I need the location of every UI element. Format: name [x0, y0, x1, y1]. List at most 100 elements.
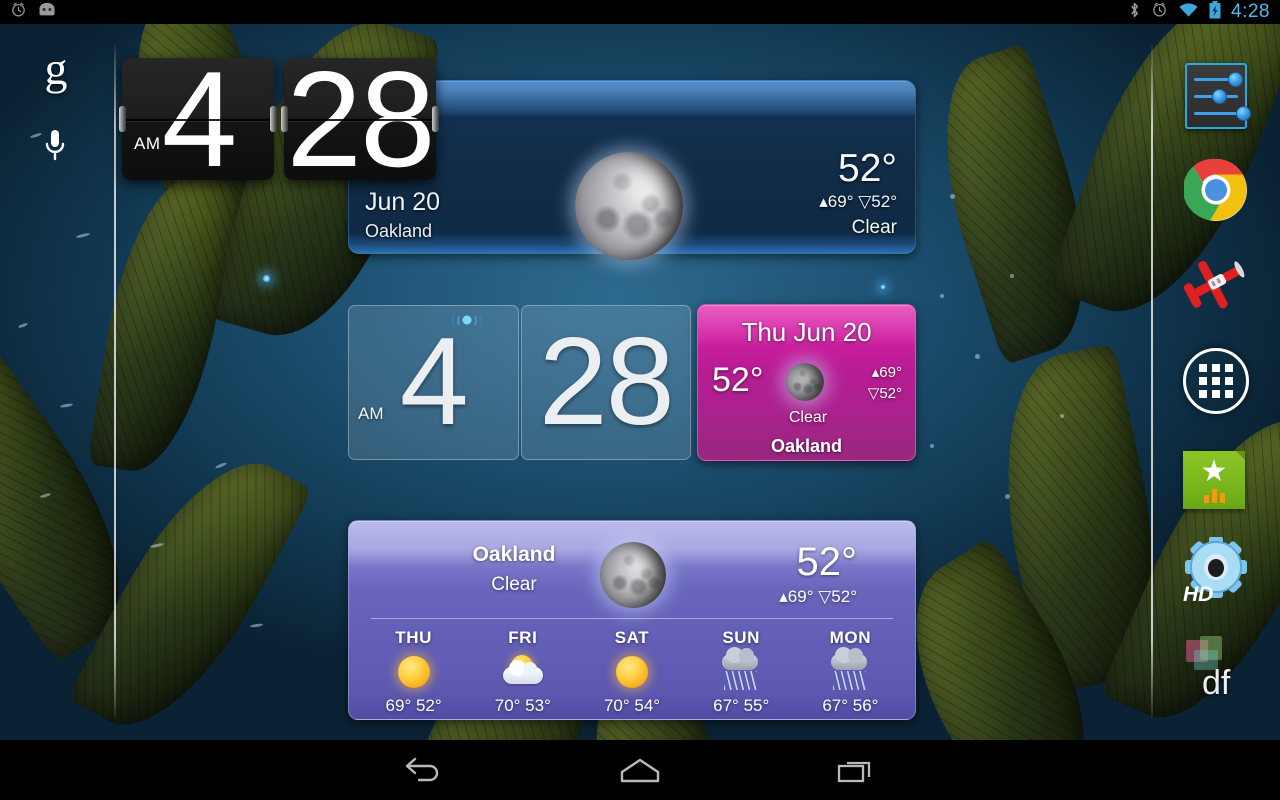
partly-cloudy-icon: [500, 655, 546, 689]
forecast-day-icon-wrap: [577, 650, 686, 694]
wallpaper-glow-dot: [262, 274, 271, 283]
forecast-condition: Clear: [491, 574, 537, 595]
forecast-day-column[interactable]: SAT 70° 54°: [577, 624, 686, 716]
moon-waning-gibbous-icon: [786, 363, 824, 401]
forecast-day-icon-wrap: [468, 650, 577, 694]
status-bar-left: [0, 1, 57, 23]
forecast-day-temps: 67° 55°: [713, 696, 770, 715]
forecast-day-icon-wrap: [359, 650, 468, 694]
forecast-hilo: ▴69° ▽52°: [779, 587, 857, 606]
wallpaper-speck: [214, 461, 228, 470]
app-drawer-dots: [1199, 364, 1233, 398]
wallpaper-speck: [1005, 494, 1010, 499]
wallpaper-speck: [950, 194, 955, 199]
bluetooth-icon: [1128, 1, 1141, 24]
df-label: df: [1202, 664, 1231, 702]
airplane-icon[interactable]: [1181, 252, 1251, 314]
moon-waning-gibbous-icon: [600, 542, 666, 608]
status-bar-right: 4:28: [1128, 0, 1280, 24]
wallpaper-speck: [29, 132, 43, 139]
wallpaper-speck: [975, 354, 980, 359]
wifi-icon: [1178, 2, 1199, 23]
rain-icon: [719, 647, 763, 692]
pink-weather-low: ▽52°: [867, 385, 902, 402]
flip-clock-seam: [284, 119, 436, 121]
forecast-day-temps: 69° 52°: [385, 696, 442, 715]
wallpaper-speck: [1060, 414, 1064, 418]
sunny-icon: [397, 656, 430, 688]
flip-clock-hour-card[interactable]: 4 AM: [119, 51, 277, 187]
forecast-day-name: SUN: [722, 628, 761, 647]
settings-hd-icon[interactable]: HD: [1180, 536, 1252, 606]
google-search-icon[interactable]: g: [41, 46, 71, 92]
alarm-clock-icon: [1151, 1, 1168, 23]
forecast-day-list: THU 69° 52° FRI 70° 53° SAT 70° 54° SUN 67° 55°…: [359, 624, 905, 716]
wallpaper-speck: [930, 444, 934, 448]
glass-clock-minute: 28: [538, 313, 675, 451]
status-bar[interactable]: 4:28: [0, 0, 1280, 24]
settings-sliders-icon[interactable]: [1185, 63, 1251, 129]
alarm-clock-icon: [10, 1, 27, 23]
wallpaper-speck: [17, 322, 29, 329]
rain-icon: [828, 647, 872, 692]
glass-clock-ampm: AM: [358, 404, 384, 423]
forecast-day-name: SAT: [614, 628, 650, 647]
star-stats-bars: [1183, 487, 1245, 503]
glass-clock-hour-pane[interactable]: 4 AM: [348, 305, 519, 460]
forecast-day-name: FRI: [508, 628, 538, 647]
forecast-day-name: THU: [395, 628, 432, 647]
wallpaper-leaf: [87, 167, 238, 481]
forecast-divider: [371, 618, 893, 619]
flip-clock-minute-card[interactable]: 28: [281, 51, 439, 187]
page-divider-left: [114, 45, 116, 718]
battery-charging-icon: [1209, 0, 1221, 24]
forecast-day-temps: 67° 56°: [822, 696, 879, 715]
wallpaper-speck: [249, 623, 264, 628]
wallpaper-speck: [75, 232, 91, 239]
glass-clock-minute-pane[interactable]: 28: [520, 305, 691, 460]
android-head-icon: [37, 2, 57, 22]
flip-clock-seam: [122, 119, 274, 121]
pink-weather-condition: Clear: [788, 409, 828, 426]
forecast-day-column[interactable]: THU 69° 52°: [359, 624, 468, 716]
recent-apps-icon[interactable]: [814, 748, 898, 792]
sunny-icon: [616, 656, 648, 688]
clock-weather-city: Oakland: [365, 221, 433, 241]
home-icon[interactable]: [598, 748, 682, 792]
forecast-day-temps: 70° 54°: [603, 696, 661, 715]
clock-weather-hilo: ▴69° ▽52°: [819, 192, 897, 211]
clock-weather-condition: Clear: [851, 217, 897, 238]
pink-weather-city: Oakland: [770, 436, 843, 456]
flip-clock-hinge-peg: [432, 106, 439, 132]
flip-clock-hinge-peg: [119, 106, 126, 132]
pink-weather-high: ▴69°: [871, 364, 902, 381]
forecast-day-column[interactable]: FRI 70° 53°: [468, 624, 577, 716]
status-bar-clock: 4:28: [1231, 1, 1270, 22]
glass-clock-widget[interactable]: 4 AM 28: [348, 305, 691, 460]
chrome-icon[interactable]: [1182, 158, 1248, 222]
glass-clock-blip-icon: [450, 313, 484, 333]
clock-weather-temp: 52°: [838, 147, 897, 190]
app-drawer-icon[interactable]: [1183, 348, 1249, 414]
moon-waning-gibbous-icon: [575, 152, 683, 260]
pink-weather-temp: 52°: [712, 361, 764, 399]
page-divider-right: [1151, 45, 1153, 718]
forecast-temp: 52°: [796, 540, 858, 584]
wallpaper-glow-dot: [880, 284, 886, 290]
forecast-day-name: MON: [829, 628, 872, 647]
star-glyph-icon: ★: [1200, 455, 1228, 488]
df-icon[interactable]: df: [1186, 634, 1254, 702]
clock-weather-conditions-block: 52° ▴69° ▽52° Clear: [819, 149, 897, 241]
forecast-day-column[interactable]: MON 67° 56°: [796, 624, 905, 716]
forecast-city: Oakland: [472, 543, 556, 566]
voice-search-icon[interactable]: [42, 128, 68, 164]
back-icon[interactable]: [382, 748, 466, 792]
forecast-day-column[interactable]: SUN 67° 55°: [687, 624, 796, 716]
forecast-day-icon-wrap: [687, 647, 796, 694]
flip-clock-hinge-peg: [270, 106, 277, 132]
wallpaper-speck: [59, 402, 74, 409]
glass-clock-hour: 4: [399, 313, 469, 451]
pink-weather-widget[interactable]: Thu Jun 20 52° ▴69° ▽52° Clear Oakland: [697, 304, 916, 461]
star-stats-icon[interactable]: ★: [1183, 451, 1245, 509]
wallpaper-speck: [940, 294, 944, 298]
